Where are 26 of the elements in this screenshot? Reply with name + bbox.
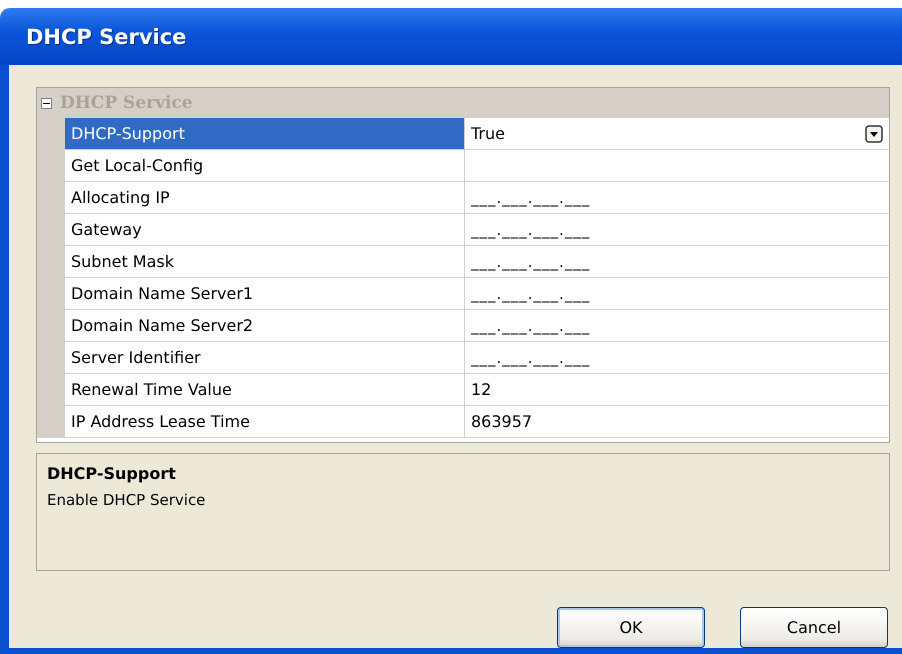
property-name[interactable]: Domain Name Server1 xyxy=(65,278,465,310)
property-value[interactable]: ___.___.___.___ xyxy=(465,310,889,342)
property-value[interactable]: 12 xyxy=(465,374,889,406)
property-value[interactable]: 863957 xyxy=(465,406,889,438)
cancel-button[interactable]: Cancel xyxy=(740,607,888,648)
property-value[interactable]: ___.___.___.___ xyxy=(465,214,889,246)
property-name[interactable]: Renewal Time Value xyxy=(65,374,465,406)
property-name[interactable]: IP Address Lease Time xyxy=(65,406,465,438)
window-title: DHCP Service xyxy=(26,24,186,48)
property-name[interactable]: Server Identifier xyxy=(65,342,465,374)
description-text: Enable DHCP Service xyxy=(47,491,206,509)
collapse-icon[interactable] xyxy=(41,98,52,108)
property-value[interactable]: ___.___.___.___ xyxy=(465,182,889,214)
property-name[interactable]: DHCP-Support xyxy=(65,118,465,150)
property-name[interactable]: Subnet Mask xyxy=(65,246,465,278)
property-value[interactable]: ___.___.___.___ xyxy=(465,246,889,278)
property-value[interactable]: ___.___.___.___ xyxy=(465,342,889,374)
property-name[interactable]: Get Local-Config xyxy=(65,150,465,182)
property-name[interactable]: Gateway xyxy=(65,214,465,246)
property-value[interactable]: ___.___.___.___ xyxy=(465,278,889,310)
property-value[interactable]: True xyxy=(465,118,889,150)
description-title: DHCP-Support xyxy=(47,464,177,483)
property-name[interactable]: Allocating IP xyxy=(65,182,465,214)
dropdown-icon[interactable] xyxy=(865,124,883,142)
property-name[interactable]: Domain Name Server2 xyxy=(65,310,465,342)
ok-button[interactable]: OK xyxy=(557,607,705,648)
